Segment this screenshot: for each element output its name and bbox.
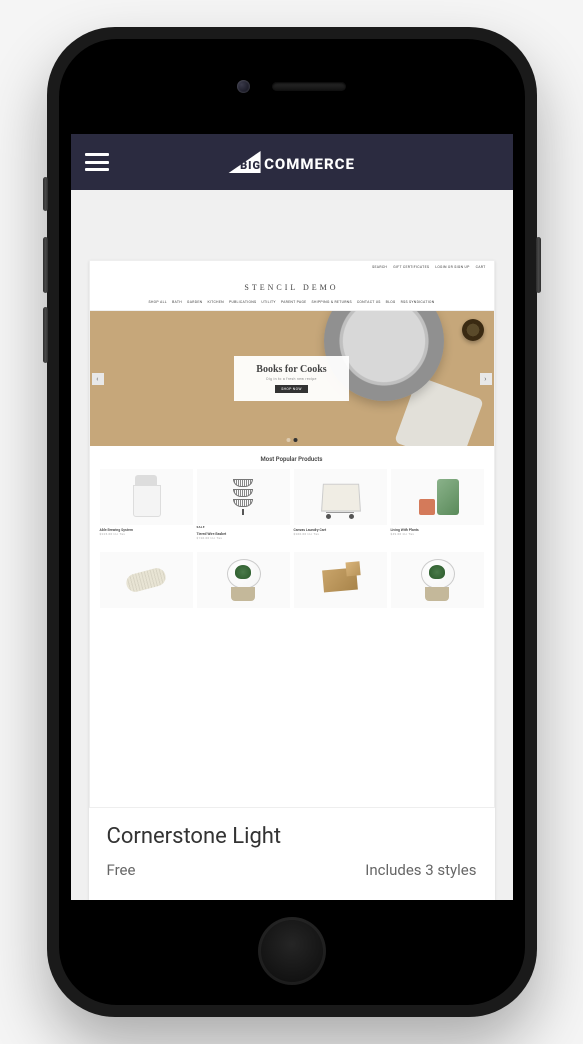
preview-util-link: GIFT CERTIFICATES [393, 265, 429, 269]
product-badge: SALE [197, 525, 290, 529]
front-camera-icon [237, 80, 250, 93]
app-header: BIG COMMERCE [71, 134, 513, 190]
brand-commerce: COMMERCE [264, 155, 355, 173]
preview-nav-link: PUBLICATIONS [229, 300, 256, 304]
product-price: $49.00 Inc Tax [391, 532, 484, 536]
preview-main-nav: SHOP ALL BATH GARDEN KITCHEN PUBLICATION… [90, 300, 494, 311]
product-plants-icon [415, 475, 459, 519]
preview-popular-title: Most Popular Products [90, 446, 494, 469]
preview-nav-link: SHOP ALL [148, 300, 167, 304]
preview-nav-link: KITCHEN [207, 300, 224, 304]
hero-shop-button: Shop Now [275, 385, 307, 393]
power-button [536, 237, 541, 293]
preview-product-grid: Able Brewing System $225.00 Inc Tax SALE… [90, 469, 494, 548]
theme-card[interactable]: SEARCH GIFT CERTIFICATES LOGIN or SIGN U… [89, 260, 495, 900]
preview-product [197, 552, 290, 608]
product-towel-icon [124, 566, 167, 594]
theme-card-meta: Cornerstone Light Free Includes 3 styles [89, 808, 495, 900]
preview-nav-link: RSS SYNDICATION [401, 300, 435, 304]
product-woodbox-icon [322, 568, 358, 593]
home-button[interactable] [258, 917, 326, 985]
preview-nav-link: BLOG [386, 300, 396, 304]
product-price: $225.00 Inc Tax [100, 532, 193, 536]
preview-nav-link: CONTACT US [357, 300, 381, 304]
product-terrarium-icon [419, 559, 455, 601]
preview-product [391, 552, 484, 608]
earpiece-speaker-icon [272, 82, 346, 91]
hero-headline: Books for Cooks [256, 364, 326, 375]
content-scroll[interactable]: SEARCH GIFT CERTIFICATES LOGIN or SIGN U… [71, 190, 513, 900]
phone-screen: BIG COMMERCE SEARCH GIFT CERTIFICATES LO… [71, 134, 513, 900]
phone-mockup: BIG COMMERCE SEARCH GIFT CERTIFICATES LO… [47, 27, 537, 1017]
volume-down-button [43, 307, 48, 363]
brand-logo[interactable]: BIG COMMERCE [228, 151, 355, 173]
preview-product: Canvas Laundry Cart $200.00 Inc Tax [294, 469, 387, 540]
product-price: $120.00 Inc Tax [197, 536, 290, 540]
preview-utility-nav: SEARCH GIFT CERTIFICATES LOGIN or SIGN U… [90, 261, 494, 273]
product-price: $200.00 Inc Tax [294, 532, 387, 536]
preview-site-title: STENCIL DEMO [90, 273, 494, 300]
preview-product: SALE Tiered Wire Basket $120.00 Inc Tax [197, 469, 290, 540]
preview-util-link: LOGIN or SIGN UP [435, 265, 469, 269]
theme-styles-count: Includes 3 styles [365, 861, 476, 879]
preview-nav-link: GARDEN [187, 300, 202, 304]
preview-hero: ‹ › Books for Cooks Dig in to a fresh ne… [90, 311, 494, 446]
product-brewer-icon [129, 475, 163, 519]
product-basket-icon [233, 479, 253, 515]
preview-product: Living With Plants $49.00 Inc Tax [391, 469, 484, 540]
product-cart-icon [320, 477, 360, 517]
preview-product [294, 552, 387, 608]
theme-price: Free [107, 861, 136, 879]
hero-cta-box: Books for Cooks Dig in to a fresh new re… [234, 356, 348, 401]
preview-nav-link: BATH [172, 300, 182, 304]
preview-product-grid-2 [90, 548, 494, 616]
preview-util-link: CART [476, 265, 486, 269]
hamburger-menu-icon[interactable] [85, 153, 109, 171]
theme-title: Cornerstone Light [107, 824, 477, 849]
theme-preview: SEARCH GIFT CERTIFICATES LOGIN or SIGN U… [89, 260, 495, 808]
preview-nav-link: SHIPPING & RETURNS [311, 300, 351, 304]
volume-up-button [43, 237, 48, 293]
preview-util-link: SEARCH [372, 265, 387, 269]
brand-big: BIG [240, 159, 261, 172]
preview-nav-link: UTILITY [261, 300, 275, 304]
carousel-next-icon: › [480, 373, 492, 385]
carousel-prev-icon: ‹ [92, 373, 104, 385]
mute-switch [43, 177, 48, 211]
hero-subtext: Dig in to a fresh new recipe [256, 377, 326, 381]
preview-nav-link: PARENT PAGE [281, 300, 307, 304]
hero-glass-graphic [462, 319, 484, 341]
preview-product [100, 552, 193, 608]
product-terrarium-icon [225, 559, 261, 601]
preview-product: Able Brewing System $225.00 Inc Tax [100, 469, 193, 540]
carousel-dots [286, 438, 297, 442]
phone-top-bezel [59, 39, 525, 134]
